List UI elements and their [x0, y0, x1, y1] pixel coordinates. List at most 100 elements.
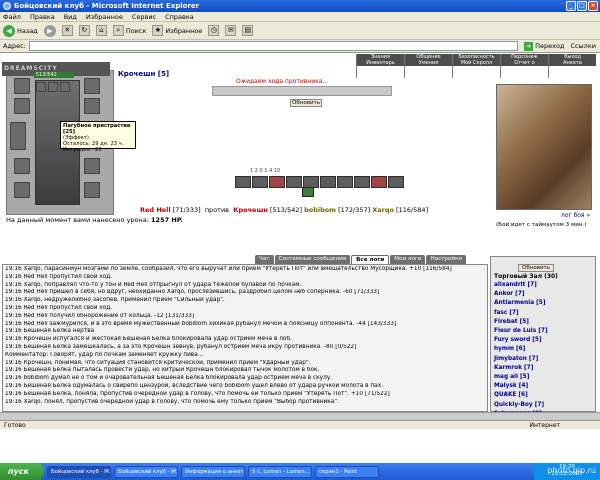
armor-slot-icon[interactable] — [14, 158, 30, 174]
player-name[interactable]: fasc [7] — [494, 310, 519, 316]
skill-icon[interactable] — [320, 176, 336, 188]
boots-slot-icon[interactable] — [84, 182, 100, 198]
go-button[interactable]: ➜ Переход — [521, 41, 567, 51]
tab-settings[interactable]: Настройки — [426, 255, 467, 264]
player-item[interactable]: fasc [7] — [494, 309, 594, 318]
player-name[interactable]: hymm [6] — [494, 346, 525, 352]
players-refresh-button[interactable]: Обновить — [518, 264, 554, 272]
history-icon[interactable]: ◷ — [208, 25, 220, 36]
player-item[interactable]: Quickly-Boy [7] — [494, 401, 594, 410]
minimize-button[interactable]: _ — [566, 1, 576, 11]
taskbar-item[interactable]: Бойцовский клуб - М... — [114, 465, 178, 478]
taskbar-item[interactable]: 5 с. Lumen - Lumen... — [248, 465, 312, 478]
menu-view[interactable]: Вид — [64, 13, 77, 21]
player-item[interactable]: Fleur de Luis [7] — [494, 327, 594, 336]
player-item[interactable]: Ankor [7] — [494, 290, 594, 299]
address-input[interactable] — [28, 41, 519, 51]
player-item[interactable]: Karmrok [7] — [494, 364, 594, 373]
amulet-slot-icon[interactable] — [14, 98, 30, 114]
tab-my-logs[interactable]: Мои логи — [390, 255, 426, 264]
player-name[interactable]: Antiarmenia [5] — [494, 300, 546, 306]
player-name[interactable]: mag ali [5] — [494, 374, 529, 380]
effect-icon[interactable] — [48, 82, 58, 92]
ally-name[interactable]: Xarqo — [372, 206, 394, 214]
ally-name[interactable]: bobibom — [304, 206, 336, 214]
player-name[interactable]: alixandrit [7] — [494, 282, 537, 288]
skill-extra-icon[interactable] — [302, 187, 314, 197]
earring-slot-icon[interactable] — [84, 78, 100, 94]
skill-icon[interactable] — [286, 176, 302, 188]
menu-file[interactable]: Файл — [3, 13, 21, 21]
skill-icon[interactable] — [337, 176, 353, 188]
player-name[interactable]: QUAKE [6] — [494, 392, 528, 398]
favorites-button[interactable]: ★ Избранное — [152, 25, 202, 36]
player-name[interactable]: Jimybaton [7] — [494, 356, 538, 362]
weapon-slot-icon[interactable] — [10, 122, 26, 150]
tab-chat[interactable]: Чат — [255, 255, 274, 264]
skill-icon[interactable] — [354, 176, 370, 188]
menu-tools[interactable]: Сервис — [132, 13, 156, 21]
player-item[interactable]: alixandrit [7] — [494, 281, 594, 290]
player-name[interactable]: Fleur de Luis [7] — [494, 328, 548, 334]
enemy-name[interactable]: Red Hell — [140, 206, 171, 214]
game-menu-item[interactable]: Общение Умения — [404, 54, 452, 78]
player-item[interactable]: hymm [6] — [494, 345, 594, 354]
character-name[interactable]: Крочешн [5] — [118, 70, 169, 78]
stop-icon[interactable]: ✕ — [61, 25, 73, 36]
player-item[interactable]: Antiarmenia [5] — [494, 299, 594, 308]
player-item[interactable]: Fury sword [5] — [494, 336, 594, 345]
ring-slot-icon[interactable] — [84, 98, 100, 114]
menu-help[interactable]: Справка — [165, 13, 194, 21]
forward-arrow-icon[interactable]: ▶ — [43, 24, 56, 37]
mail-icon[interactable]: ✉ — [225, 25, 237, 36]
player-item[interactable]: Firebat [5] — [494, 318, 594, 327]
log-time: 19:16 — [5, 359, 22, 366]
player-item[interactable]: Jimybaton [7] — [494, 355, 594, 364]
player-name[interactable]: Malysk [4] — [494, 383, 528, 389]
taskbar-item[interactable]: скрин1 - Paint — [315, 465, 379, 478]
close-button[interactable]: × — [588, 1, 598, 11]
menu-favorites[interactable]: Избранное — [86, 13, 123, 21]
refresh-battle-button[interactable]: Обновить — [290, 99, 322, 107]
skill-icon[interactable] — [269, 176, 285, 188]
belt-slot-icon[interactable] — [14, 182, 30, 198]
game-menu-item[interactable]: Знания Инвентарь — [356, 54, 404, 78]
player-name[interactable]: Firebat [5] — [494, 319, 529, 325]
game-menu-item[interactable]: Персонаж Отчет о переходе Поединки — [500, 54, 548, 78]
timeout-info: (Бой идет с таймаутом 3 мин.) — [496, 222, 587, 228]
effect-icon[interactable] — [60, 82, 70, 92]
skill-icon[interactable] — [252, 176, 268, 188]
player-item[interactable]: mag ali [5] — [494, 373, 594, 382]
player-name[interactable]: Karmrok [7] — [494, 365, 533, 371]
player-name[interactable]: Ankor [7] — [494, 291, 525, 297]
skill-icon[interactable] — [371, 176, 387, 188]
skill-icon[interactable] — [388, 176, 404, 188]
ally-name[interactable]: Крочешн — [233, 206, 268, 214]
tab-all-logs[interactable]: Все логи — [351, 255, 390, 264]
print-icon[interactable]: ▤ — [242, 25, 254, 36]
player-name[interactable]: Fury sword [5] — [494, 337, 542, 343]
back-button[interactable]: ◀ Назад — [3, 24, 38, 37]
menu-edit[interactable]: Правка — [30, 13, 55, 21]
log-line: 19:16 Крочешн, понимая, что ситуация ста… — [5, 360, 485, 368]
player-item[interactable]: QUAKE [6] — [494, 391, 594, 400]
chat-log[interactable]: 19:16 Xarqo, парасинмун мозгами по земле… — [2, 264, 488, 412]
helmet-slot-icon[interactable] — [14, 78, 30, 94]
tab-system[interactable]: Системные сообщения — [274, 255, 351, 264]
battle-log-link[interactable]: лог боя » — [561, 212, 590, 219]
player-name[interactable]: Quickly-Boy [7] — [494, 402, 544, 408]
skill-icon[interactable] — [235, 176, 251, 188]
start-button[interactable]: пуск — [0, 463, 44, 480]
effect-icon[interactable] — [36, 82, 46, 92]
links-label[interactable]: Ссылки — [570, 42, 600, 50]
game-menu-item[interactable]: Выход Анкета — [548, 54, 596, 78]
maximize-button[interactable]: □ — [577, 1, 587, 11]
refresh-icon[interactable]: ↻ — [78, 25, 90, 36]
taskbar-item[interactable]: Информация о анкет... — [181, 465, 245, 478]
home-icon[interactable]: ⌂ — [95, 25, 107, 36]
game-menu-item[interactable]: Безопасность Мой Скролл — [452, 54, 500, 78]
player-item[interactable]: Malysk [4] — [494, 382, 594, 391]
gloves-slot-icon[interactable] — [84, 158, 100, 174]
taskbar-item[interactable]: Бойцовский клуб - М... — [47, 465, 111, 478]
search-button[interactable]: ⌕ Поиск — [112, 25, 146, 36]
